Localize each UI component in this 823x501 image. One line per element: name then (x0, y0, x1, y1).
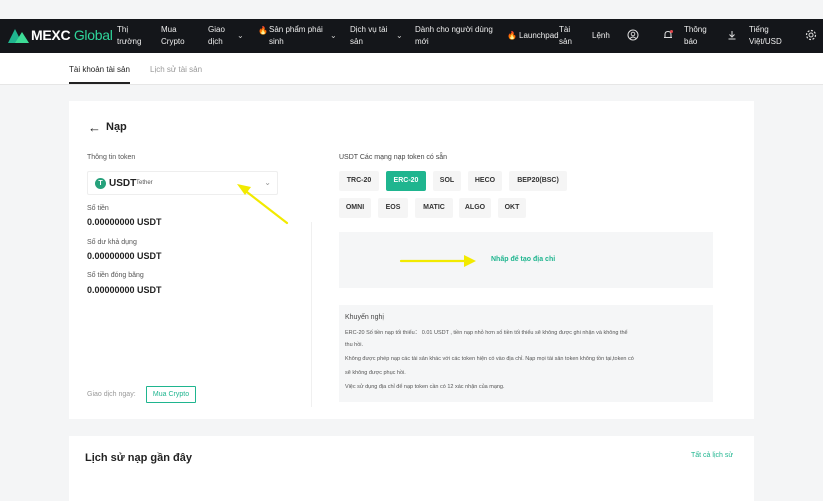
back-arrow-icon[interactable]: ← (88, 120, 101, 135)
amount-label: Số tiền (87, 205, 109, 212)
recommendation-title: Khuyến nghị (345, 314, 384, 321)
nav-buy-crypto[interactable]: Mua Crypto (161, 24, 193, 48)
chevron-down-icon: ⌄ (264, 178, 271, 187)
recent-history-card (69, 436, 754, 501)
download-icon[interactable] (726, 29, 738, 41)
fire-icon: 🔥 (507, 31, 517, 40)
network-chip-matic[interactable]: MATIC (415, 198, 453, 218)
page-title: Nạp (106, 121, 127, 133)
chevron-down-icon: ⌄ (330, 31, 337, 40)
trade-now-label: Giao dịch ngay: (87, 391, 136, 398)
token-name: Tether (136, 180, 153, 186)
nav-language[interactable]: Tiếng Việt/USD (749, 24, 789, 48)
nav-orders[interactable]: Lệnh (592, 30, 610, 42)
nav-trade[interactable]: Giao dịch (208, 24, 232, 48)
sub-navigation: Tài khoản tài sản Lịch sử tài sản (0, 53, 823, 85)
recommendation-line: ERC-20 Số tiền nạp tối thiểu： 0.01 USDT … (345, 330, 628, 336)
top-navigation: MEXC Global Thị trường Mua Crypto Giao d… (0, 19, 823, 53)
chevron-down-icon: ⌄ (396, 31, 403, 40)
network-chip-bep20[interactable]: BEP20(BSC) (509, 171, 567, 191)
nav-markets[interactable]: Thị trường (117, 24, 147, 48)
mexc-logo-icon (8, 27, 29, 43)
nav-financial[interactable]: Dịch vụ tài sản (350, 24, 394, 48)
nav-launchpad[interactable]: Launchpad (519, 30, 559, 42)
network-chip-eos[interactable]: EOS (378, 198, 408, 218)
brand-name: MEXC (31, 27, 71, 43)
generate-address-link[interactable]: Nhấp để tạo địa chỉ (491, 256, 555, 263)
nav-new-users[interactable]: Dành cho người dùng mới (415, 24, 497, 48)
network-chip-heco[interactable]: HECO (468, 171, 502, 191)
tab-asset-account[interactable]: Tài khoản tài sản (69, 65, 130, 84)
nav-notifications[interactable]: Thông báo (684, 24, 712, 48)
network-chip-sol[interactable]: SOL (433, 171, 461, 191)
buy-crypto-button[interactable]: Mua Crypto (146, 386, 196, 403)
token-symbol: USDT (109, 178, 137, 189)
recent-history-title: Lịch sử nạp gần đây (85, 452, 192, 464)
available-label: Số dư khả dụng (87, 239, 137, 246)
nav-derivatives[interactable]: Sản phẩm phái sinh (269, 24, 331, 48)
network-chip-trc20[interactable]: TRC-20 (339, 171, 379, 191)
frozen-label: Số tiền đóng băng (87, 272, 144, 279)
settings-icon[interactable] (805, 29, 817, 41)
tether-icon: T (95, 178, 106, 189)
chevron-down-icon: ⌄ (237, 31, 244, 40)
tab-asset-history[interactable]: Lịch sử tài sản (150, 65, 202, 74)
network-chip-omni[interactable]: OMNI (339, 198, 371, 218)
token-select[interactable]: T USDT Tether ⌄ (87, 171, 278, 195)
frozen-value: 0.00000000 USDT (87, 285, 162, 295)
brand-suffix: Global (73, 27, 113, 43)
recommendation-line: Việc sử dụng địa chỉ để nạp token cần có… (345, 384, 505, 390)
networks-label: USDT Các mạng nạp token có sẵn (339, 154, 448, 161)
bell-icon[interactable] (662, 29, 674, 41)
recommendation-line: Không được phép nạp các tài sản khác với… (345, 356, 634, 362)
network-chip-okt[interactable]: OKT (498, 198, 526, 218)
fire-icon: 🔥 (258, 26, 268, 35)
network-chip-algo[interactable]: ALGO (459, 198, 491, 218)
amount-value: 0.00000000 USDT (87, 217, 162, 227)
all-history-link[interactable]: Tất cả lịch sử (691, 452, 733, 459)
token-section-label: Thông tin token (87, 154, 136, 161)
available-value: 0.00000000 USDT (87, 251, 162, 261)
nav-assets[interactable]: Tài sản (559, 24, 579, 48)
recommendation-line: sẽ không được phục hồi. (345, 370, 406, 376)
network-chip-erc20[interactable]: ERC-20 (386, 171, 426, 191)
recommendation-line: thu hồi. (345, 342, 364, 348)
mexc-logo[interactable]: MEXC Global (8, 27, 113, 43)
user-icon[interactable] (627, 29, 639, 41)
column-divider (311, 222, 312, 407)
